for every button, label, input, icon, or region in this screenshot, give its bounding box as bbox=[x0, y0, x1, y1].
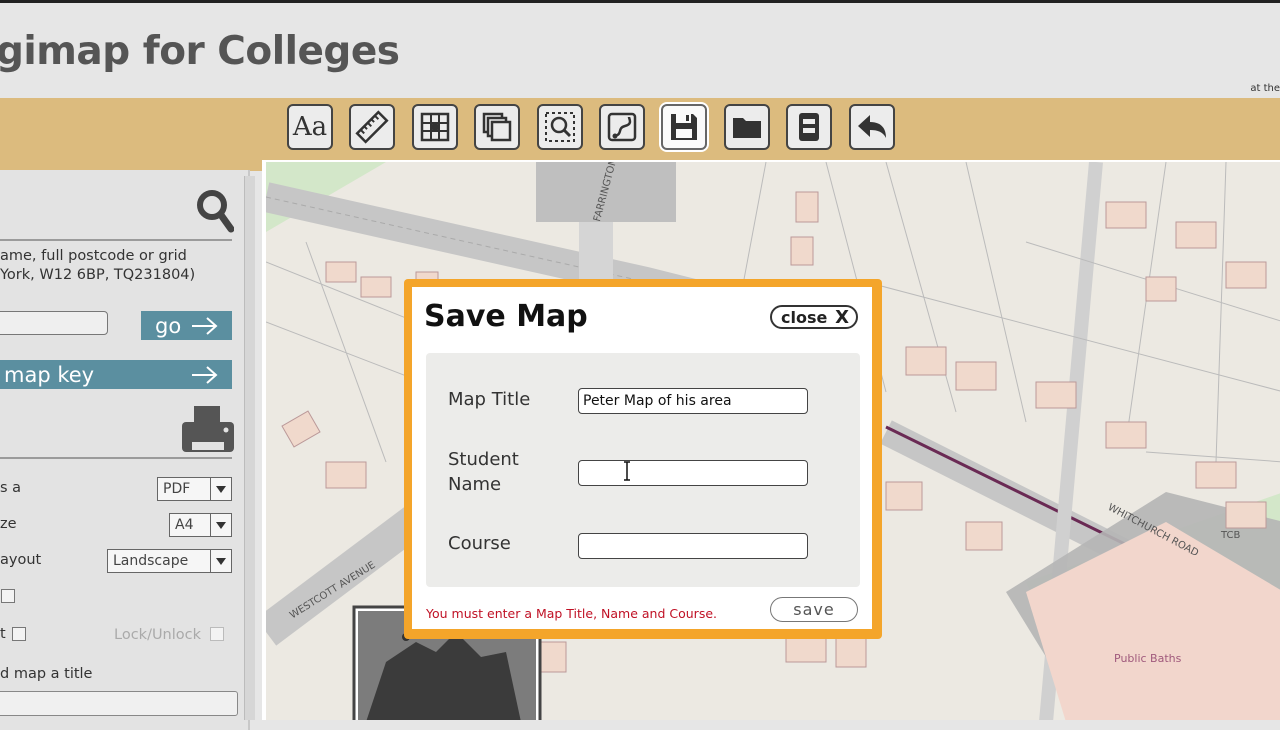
size-value: A4 bbox=[175, 517, 194, 533]
app-title: gimap for Colleges bbox=[0, 29, 400, 74]
student-label-line2: Name bbox=[448, 474, 502, 495]
close-icon: X bbox=[835, 307, 849, 328]
layers-tool-button[interactable] bbox=[474, 104, 520, 150]
option-checkbox[interactable] bbox=[1, 589, 15, 603]
save-button[interactable]: save bbox=[770, 597, 858, 622]
zoom-area-tool-button[interactable] bbox=[537, 104, 583, 150]
close-label: close bbox=[781, 307, 828, 327]
printer-icon[interactable] bbox=[182, 406, 234, 454]
route-tool-button[interactable] bbox=[599, 104, 645, 150]
ruler-icon bbox=[355, 110, 389, 144]
go-label: go bbox=[155, 313, 182, 338]
divider bbox=[0, 457, 232, 459]
grid-tool-button[interactable] bbox=[412, 104, 458, 150]
save-as-label: s a bbox=[0, 480, 22, 496]
folder-icon bbox=[733, 118, 761, 138]
size-select[interactable]: A4 bbox=[169, 513, 232, 537]
search-input[interactable] bbox=[0, 311, 108, 335]
search-hint-line1: ame, full postcode or grid bbox=[0, 248, 187, 264]
chevron-down-icon bbox=[210, 478, 231, 500]
measure-tool-button[interactable] bbox=[349, 104, 395, 150]
close-button[interactable]: close X bbox=[770, 305, 858, 329]
go-button[interactable]: go bbox=[141, 311, 232, 340]
map-key-label: map key bbox=[4, 362, 95, 387]
app-header: gimap for Colleges at the bbox=[0, 0, 1280, 98]
search-icon[interactable] bbox=[194, 188, 234, 236]
divider bbox=[0, 239, 232, 241]
layout-value: Landscape bbox=[113, 553, 189, 569]
layout-select[interactable]: Landscape bbox=[107, 549, 232, 573]
save-tool-button[interactable] bbox=[661, 104, 707, 150]
text-tool-button[interactable]: Aa bbox=[287, 104, 333, 150]
back-arrow-icon bbox=[858, 115, 886, 138]
option4-checkbox[interactable] bbox=[12, 627, 26, 641]
save-icon bbox=[671, 114, 697, 140]
format-select[interactable]: PDF bbox=[157, 477, 232, 501]
public-baths-label: Public Baths bbox=[1114, 652, 1182, 665]
tcb-label: TCB bbox=[1221, 530, 1241, 541]
open-tool-button[interactable] bbox=[724, 104, 770, 150]
text-cursor-icon bbox=[624, 461, 630, 481]
layout-label: ayout bbox=[0, 552, 42, 568]
option4-label: t bbox=[0, 626, 6, 642]
search-hint-line2: York, W12 6BP, TQ231804) bbox=[0, 267, 196, 283]
save-map-dialog: Save Map close X Map Title Peter Map of … bbox=[404, 279, 882, 639]
map-title-label: Map Title bbox=[448, 389, 531, 410]
arrow-right-icon bbox=[192, 366, 218, 384]
lock-unlock-label: Lock/Unlock bbox=[114, 627, 202, 643]
chevron-down-icon bbox=[210, 550, 231, 572]
zoom-area-icon bbox=[545, 112, 575, 142]
archive-tool-button[interactable] bbox=[786, 104, 832, 150]
grid-icon bbox=[420, 112, 450, 142]
text-icon: Aa bbox=[292, 112, 328, 142]
size-label: ze bbox=[0, 516, 17, 532]
course-label: Course bbox=[448, 533, 511, 554]
map-title-sidebar-input[interactable] bbox=[0, 691, 238, 716]
archive-icon bbox=[799, 113, 819, 141]
student-name-input[interactable] bbox=[578, 460, 808, 486]
layers-icon bbox=[482, 112, 512, 142]
format-value: PDF bbox=[163, 481, 191, 497]
chevron-down-icon bbox=[210, 514, 231, 536]
form-panel: Map Title Peter Map of his area Student … bbox=[426, 353, 860, 587]
arrow-right-icon bbox=[192, 317, 218, 335]
title-prompt: d map a title bbox=[0, 666, 93, 682]
validation-error: You must enter a Map Title, Name and Cou… bbox=[426, 606, 717, 621]
dialog-title: Save Map bbox=[424, 299, 588, 334]
back-tool-button[interactable] bbox=[849, 104, 895, 150]
course-input[interactable] bbox=[578, 533, 808, 559]
route-icon bbox=[607, 112, 637, 142]
dialog-body: Save Map close X Map Title Peter Map of … bbox=[412, 287, 872, 629]
map-title-input[interactable]: Peter Map of his area bbox=[578, 388, 808, 414]
student-label-line1: Student bbox=[448, 449, 519, 470]
header-tagline: at the bbox=[1250, 83, 1280, 94]
sidebar-scrollbar[interactable] bbox=[244, 176, 255, 720]
lock-unlock-checkbox[interactable] bbox=[210, 627, 224, 641]
map-key-button[interactable]: map key bbox=[0, 360, 232, 389]
